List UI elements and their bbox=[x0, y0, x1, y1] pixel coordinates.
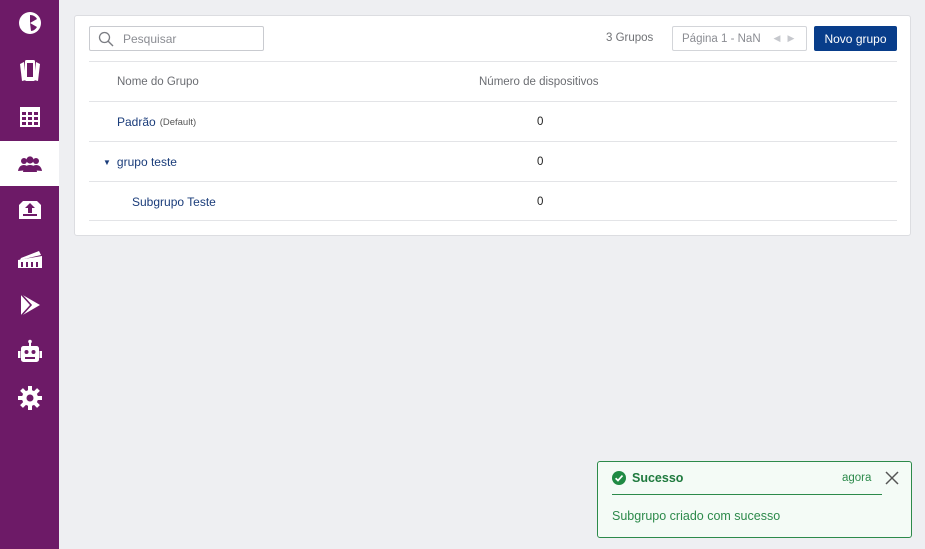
header-group-name: Nome do Grupo bbox=[117, 76, 199, 88]
toast-title: Sucesso bbox=[632, 471, 684, 485]
sidebar-item-settings[interactable] bbox=[0, 375, 59, 420]
header-device-count: Número de dispositivos bbox=[479, 76, 599, 88]
group-count: 3 Grupos bbox=[606, 32, 654, 44]
pagination: Página 1 - NaN ◀ ▶ bbox=[672, 26, 807, 51]
group-name-link[interactable]: grupo teste bbox=[117, 155, 177, 169]
device-count: 0 bbox=[537, 196, 544, 208]
default-tag: (Default) bbox=[159, 116, 197, 128]
toast-message: Subgrupo criado com sucesso bbox=[612, 509, 781, 523]
sidebar-item-packages[interactable] bbox=[0, 236, 59, 281]
table-header: Nome do Grupo Número de dispositivos bbox=[89, 61, 897, 101]
upload-box-icon bbox=[18, 200, 41, 219]
close-icon[interactable] bbox=[885, 471, 899, 485]
device-count: 0 bbox=[537, 116, 544, 128]
sidebar-item-devices[interactable] bbox=[0, 48, 59, 93]
device-count: 0 bbox=[537, 156, 544, 168]
sidebar-item-reports[interactable] bbox=[0, 94, 59, 139]
next-page-icon[interactable]: ▶ bbox=[784, 33, 798, 44]
prev-page-icon[interactable]: ◀ bbox=[770, 33, 784, 44]
sidebar-item-deploy[interactable] bbox=[0, 186, 59, 231]
dashboard-icon bbox=[18, 11, 41, 34]
search-input[interactable] bbox=[123, 31, 263, 46]
sidebar-item-store[interactable] bbox=[0, 282, 59, 327]
subgroup-name-link[interactable]: Subgrupo Teste bbox=[132, 195, 216, 209]
search-box[interactable] bbox=[89, 26, 264, 51]
new-group-button[interactable]: Novo grupo bbox=[814, 26, 897, 51]
success-toast: Sucesso agora Subgrupo criado com sucess… bbox=[597, 461, 912, 538]
sidebar bbox=[0, 0, 59, 549]
play-store-icon bbox=[19, 292, 40, 317]
table-row[interactable]: ▼ grupo teste 0 bbox=[89, 141, 897, 181]
check-circle-icon bbox=[612, 471, 626, 485]
table-row[interactable]: Subgrupo Teste 0 bbox=[89, 181, 897, 221]
sidebar-item-dashboard[interactable] bbox=[0, 0, 59, 45]
table-row[interactable]: Padrão (Default) 0 bbox=[89, 101, 897, 141]
pagination-label: Página 1 - NaN bbox=[682, 32, 761, 45]
gear-icon bbox=[17, 385, 42, 410]
search-icon bbox=[98, 31, 114, 46]
table-icon bbox=[19, 106, 40, 127]
robot-icon bbox=[17, 339, 42, 362]
sidebar-item-automation[interactable] bbox=[0, 329, 59, 374]
groups-card: 3 Grupos Página 1 - NaN ◀ ▶ Novo grupo N… bbox=[74, 15, 911, 236]
caret-down-icon[interactable]: ▼ bbox=[103, 158, 111, 167]
toast-divider bbox=[612, 494, 882, 495]
groups-icon bbox=[17, 155, 42, 172]
group-name-link[interactable]: Padrão bbox=[117, 115, 156, 129]
groups-table: Nome do Grupo Número de dispositivos Pad… bbox=[89, 61, 897, 221]
sidebar-item-groups[interactable] bbox=[0, 141, 59, 186]
packages-icon bbox=[17, 250, 42, 268]
toast-time: agora bbox=[842, 472, 872, 484]
devices-icon bbox=[19, 59, 40, 81]
